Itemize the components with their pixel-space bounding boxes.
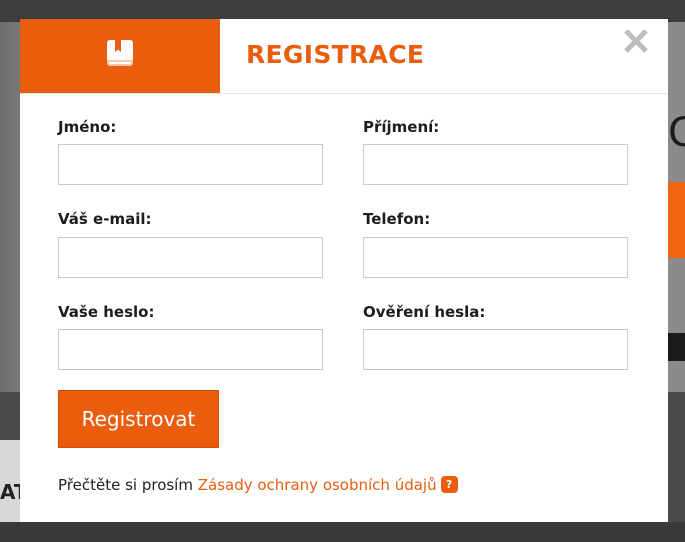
book-icon [106,39,134,73]
header-icon-block [20,19,220,93]
email-input[interactable] [58,237,323,278]
background-orange-block [668,182,685,258]
email-label: Váš e-mail: [58,210,152,228]
background-dark-strip [668,333,685,361]
password-confirm-input[interactable] [363,329,628,370]
privacy-policy-link[interactable]: Zásady ochrany osobních údajů [198,476,437,494]
modal-header: REGISTRACE [20,19,668,94]
close-button[interactable] [620,27,652,59]
password-label: Vaše heslo: [58,303,155,321]
question-mark-icon[interactable]: ? [440,476,458,493]
phone-input[interactable] [363,237,628,278]
first-name-label: Jméno: [58,118,117,136]
last-name-input[interactable] [363,144,628,185]
first-name-input[interactable] [58,144,323,185]
phone-label: Telefon: [363,210,431,228]
password-input[interactable] [58,329,323,370]
password-confirm-label: Ověření hesla: [363,303,486,321]
modal-title: REGISTRACE [246,40,425,69]
background-bottom-bar [0,522,685,542]
close-icon [622,27,650,59]
background-partial-heading: C [668,110,685,156]
privacy-notice: Přečtěte si prosím Zásady ochrany osobní… [58,476,458,494]
last-name-label: Příjmení: [363,118,440,136]
privacy-prefix-text: Přečtěte si prosím [58,476,198,494]
registration-modal: REGISTRACE Jméno: Příjmení: Váš e-mail: … [20,19,668,522]
register-button[interactable]: Registrovat [58,390,219,448]
